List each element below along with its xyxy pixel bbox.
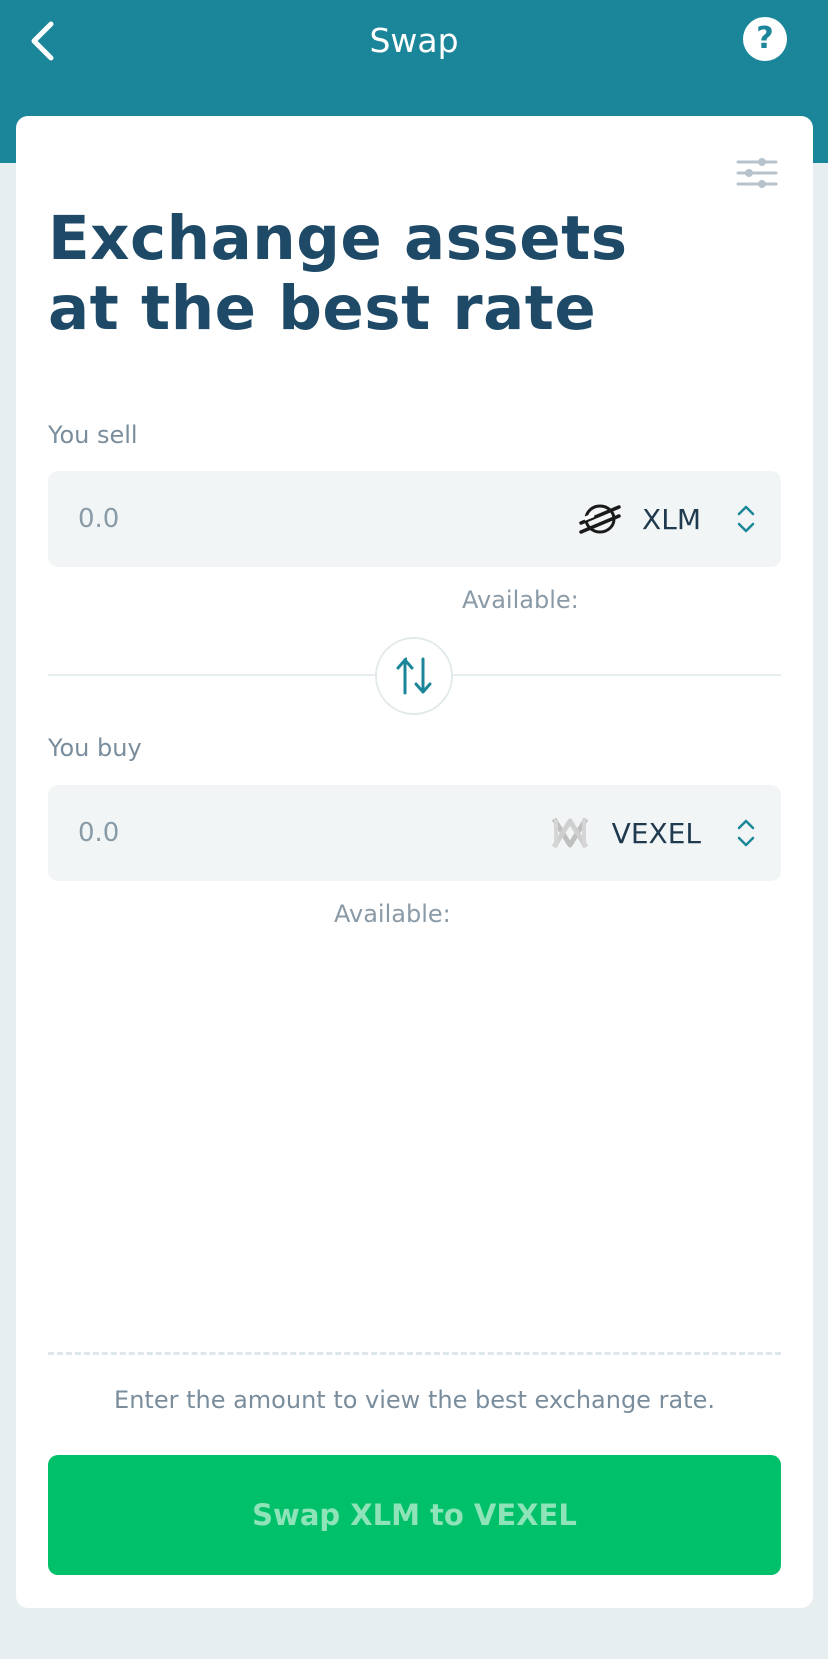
- help-button[interactable]: ?: [743, 17, 787, 61]
- buy-amount-input[interactable]: [78, 809, 378, 857]
- sliders-icon: [736, 158, 778, 188]
- chevron-up-down-icon: [737, 819, 755, 847]
- sell-amount-input[interactable]: [78, 495, 378, 543]
- sell-label: You sell: [48, 421, 138, 449]
- buy-available: Available:: [334, 900, 451, 928]
- settings-button[interactable]: [736, 152, 778, 194]
- sell-field: XLM: [48, 471, 781, 567]
- swap-arrows-icon: [396, 657, 432, 695]
- stellar-logo-icon: [578, 497, 622, 541]
- page-title: Swap: [369, 21, 459, 60]
- buy-label: You buy: [48, 734, 142, 762]
- swap-card: Exchange assets at the best rate You sel…: [16, 116, 813, 1608]
- buy-asset-code: VEXEL: [611, 816, 701, 850]
- sell-asset-code: XLM: [642, 502, 701, 536]
- reverse-assets-button[interactable]: [375, 637, 453, 715]
- dashed-divider: [48, 1352, 781, 1355]
- buy-asset-selector[interactable]: VEXEL: [548, 803, 757, 863]
- buy-field: VEXEL: [48, 785, 781, 881]
- sell-asset-selector[interactable]: XLM: [578, 489, 757, 549]
- chevron-up-down-icon: [737, 505, 755, 533]
- swap-button[interactable]: Swap XLM to VEXEL: [48, 1455, 781, 1575]
- page-headline: Exchange assets at the best rate: [48, 203, 628, 344]
- sell-available: Available:: [462, 586, 579, 614]
- vexel-logo-icon: [548, 811, 592, 855]
- rate-hint: Enter the amount to view the best exchan…: [114, 1386, 715, 1414]
